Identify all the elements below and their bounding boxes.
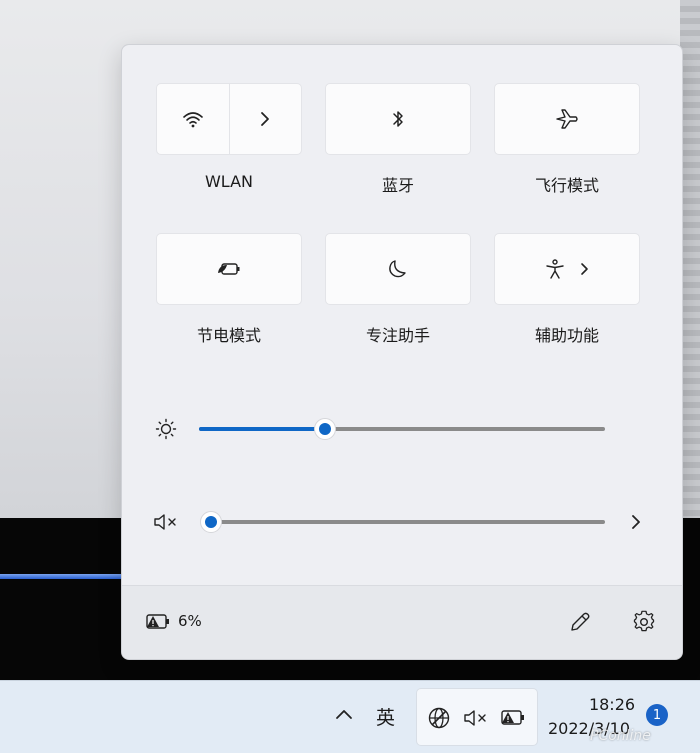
battery-saver-icon (216, 260, 242, 278)
accessibility-icon (544, 258, 566, 280)
battery-saver-tile[interactable] (156, 233, 302, 305)
notification-badge[interactable]: 1 (646, 704, 668, 726)
quick-settings-footer: 6% (122, 585, 682, 659)
focus-assist-tile[interactable] (325, 233, 471, 305)
background-progress-line (0, 574, 140, 579)
gear-icon[interactable] (632, 610, 656, 638)
network-globe-icon (427, 706, 451, 734)
airplane-tile[interactable] (494, 83, 640, 155)
volume-muted-tray-icon (463, 708, 489, 732)
wlan-chevron-right-icon[interactable] (230, 84, 302, 154)
volume-muted-icon[interactable] (153, 512, 179, 536)
volume-slider-thumb[interactable] (200, 511, 222, 533)
quick-settings-button[interactable] (416, 688, 538, 746)
airplane-icon (555, 108, 579, 130)
battery-warning-icon[interactable] (144, 610, 172, 636)
wlan-tile[interactable] (156, 83, 302, 155)
focus-assist-label: 专注助手 (365, 326, 430, 345)
audio-output-chevron-right-icon[interactable] (630, 513, 642, 535)
wlan-label: WLAN (204, 172, 253, 191)
quick-settings-panel: WLAN 蓝牙 飞行模式 节电模式 专注助手 辅助功能 6% (121, 44, 683, 660)
show-hidden-icons-chevron-up-icon[interactable] (334, 706, 354, 725)
battery-saver-label: 节电模式 (196, 326, 261, 345)
bluetooth-label: 蓝牙 (381, 176, 414, 195)
brightness-slider-thumb[interactable] (313, 418, 336, 440)
battery-percent[interactable]: 6% (178, 612, 202, 630)
accessibility-label: 辅助功能 (534, 326, 599, 345)
bluetooth-tile[interactable] (325, 83, 471, 155)
brightness-slider-fill (199, 427, 325, 431)
pencil-icon[interactable] (568, 610, 592, 638)
volume-slider-track[interactable] (211, 520, 605, 524)
bluetooth-icon (391, 108, 405, 130)
background-window-edge (680, 0, 700, 518)
brightness-slider-row (122, 409, 682, 449)
clock-time[interactable]: 18:26 (582, 695, 642, 714)
brightness-icon (155, 418, 177, 444)
ime-indicator[interactable]: 英 (376, 703, 395, 730)
watermark: PConline (590, 728, 651, 744)
volume-slider-row (122, 502, 682, 542)
accessibility-chevron-right-icon[interactable] (580, 261, 590, 277)
battery-warning-tray-icon (499, 706, 527, 732)
accessibility-tile[interactable] (494, 233, 640, 305)
airplane-label: 飞行模式 (534, 176, 599, 195)
moon-icon (387, 258, 409, 280)
wifi-icon[interactable] (157, 84, 229, 154)
